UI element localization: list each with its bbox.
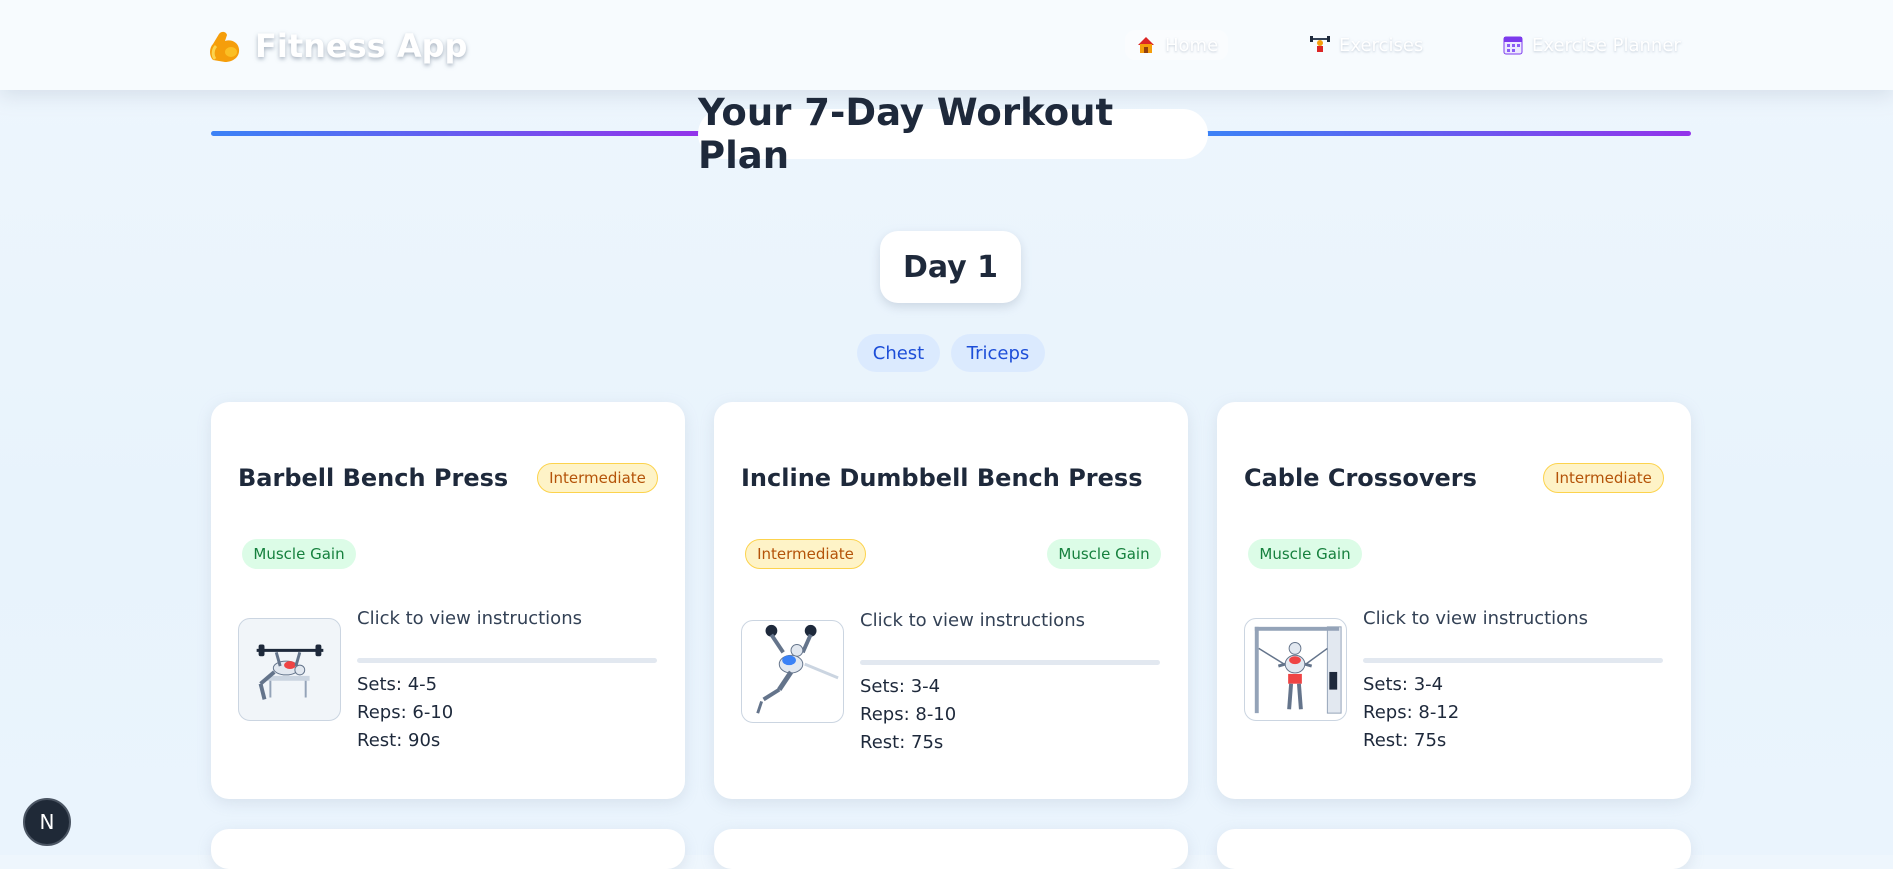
plan-header: Your 7-Day Workout Plan	[211, 91, 1691, 177]
card-divider	[1363, 658, 1663, 663]
reps-value: Reps: 8-10	[860, 704, 957, 725]
exercise-name: Barbell Bench Press	[238, 464, 509, 492]
exercise-card[interactable]	[714, 829, 1188, 869]
nav-home[interactable]: Home	[1125, 30, 1229, 60]
difficulty-badge: Intermediate	[1543, 463, 1664, 493]
card-divider	[357, 658, 657, 663]
card-divider	[860, 660, 1160, 665]
brand-title: Fitness App	[255, 27, 468, 65]
rest-value: Rest: 90s	[357, 730, 441, 751]
weightlifter-icon	[1309, 34, 1331, 56]
muscle-tag: Triceps	[951, 334, 1045, 372]
nav-home-label: Home	[1165, 34, 1219, 56]
exercise-card[interactable]	[211, 829, 685, 869]
goal-badge: Muscle Gain	[242, 539, 356, 569]
house-icon	[1135, 34, 1157, 56]
nav-exercise-planner[interactable]: Exercise Planner	[1492, 30, 1691, 60]
top-navbar: Fitness App Home Exercises Exercise Plan…	[0, 0, 1893, 90]
view-instructions-link[interactable]: Click to view instructions	[1363, 608, 1588, 629]
calendar-icon	[1502, 34, 1524, 56]
nav-exercise-planner-label: Exercise Planner	[1532, 34, 1681, 56]
view-instructions-link[interactable]: Click to view instructions	[357, 608, 582, 629]
page-title: Your 7-Day Workout Plan	[698, 91, 1208, 177]
exercise-thumbnail[interactable]	[1244, 618, 1347, 721]
brand[interactable]: Fitness App	[205, 26, 467, 66]
reps-value: Reps: 8-12	[1363, 702, 1460, 723]
difficulty-badge: Intermediate	[537, 463, 658, 493]
exercise-name: Incline Dumbbell Bench Press	[741, 464, 1143, 492]
goal-badge: Muscle Gain	[1248, 539, 1362, 569]
sets-value: Sets: 3-4	[860, 676, 941, 697]
title-divider-right	[1205, 131, 1691, 136]
exercise-name: Cable Crossovers	[1244, 464, 1477, 492]
difficulty-badge: Intermediate	[745, 539, 866, 569]
title-divider-left	[211, 131, 701, 136]
exercise-card[interactable]	[1217, 829, 1691, 869]
exercise-card[interactable]: Cable Crossovers Intermediate Muscle Gai…	[1217, 402, 1691, 799]
day-title: Day 1	[880, 231, 1021, 303]
dev-tools-button[interactable]: N	[23, 798, 71, 846]
goal-badge: Muscle Gain	[1047, 539, 1161, 569]
reps-value: Reps: 6-10	[357, 702, 454, 723]
exercise-card[interactable]: Incline Dumbbell Bench Press Intermediat…	[714, 402, 1188, 799]
rest-value: Rest: 75s	[860, 732, 944, 753]
view-instructions-link[interactable]: Click to view instructions	[860, 610, 1085, 631]
muscle-tag: Chest	[857, 334, 940, 372]
sets-value: Sets: 3-4	[1363, 674, 1444, 695]
exercise-card[interactable]: Barbell Bench Press Intermediate Muscle …	[211, 402, 685, 799]
rest-value: Rest: 75s	[1363, 730, 1447, 751]
sets-value: Sets: 4-5	[357, 674, 438, 695]
nav-exercises-label: Exercises	[1339, 34, 1424, 56]
exercise-thumbnail[interactable]	[741, 620, 844, 723]
exercise-thumbnail[interactable]	[238, 618, 341, 721]
flexed-biceps-icon	[205, 26, 245, 66]
nav-exercises[interactable]: Exercises	[1299, 30, 1433, 60]
